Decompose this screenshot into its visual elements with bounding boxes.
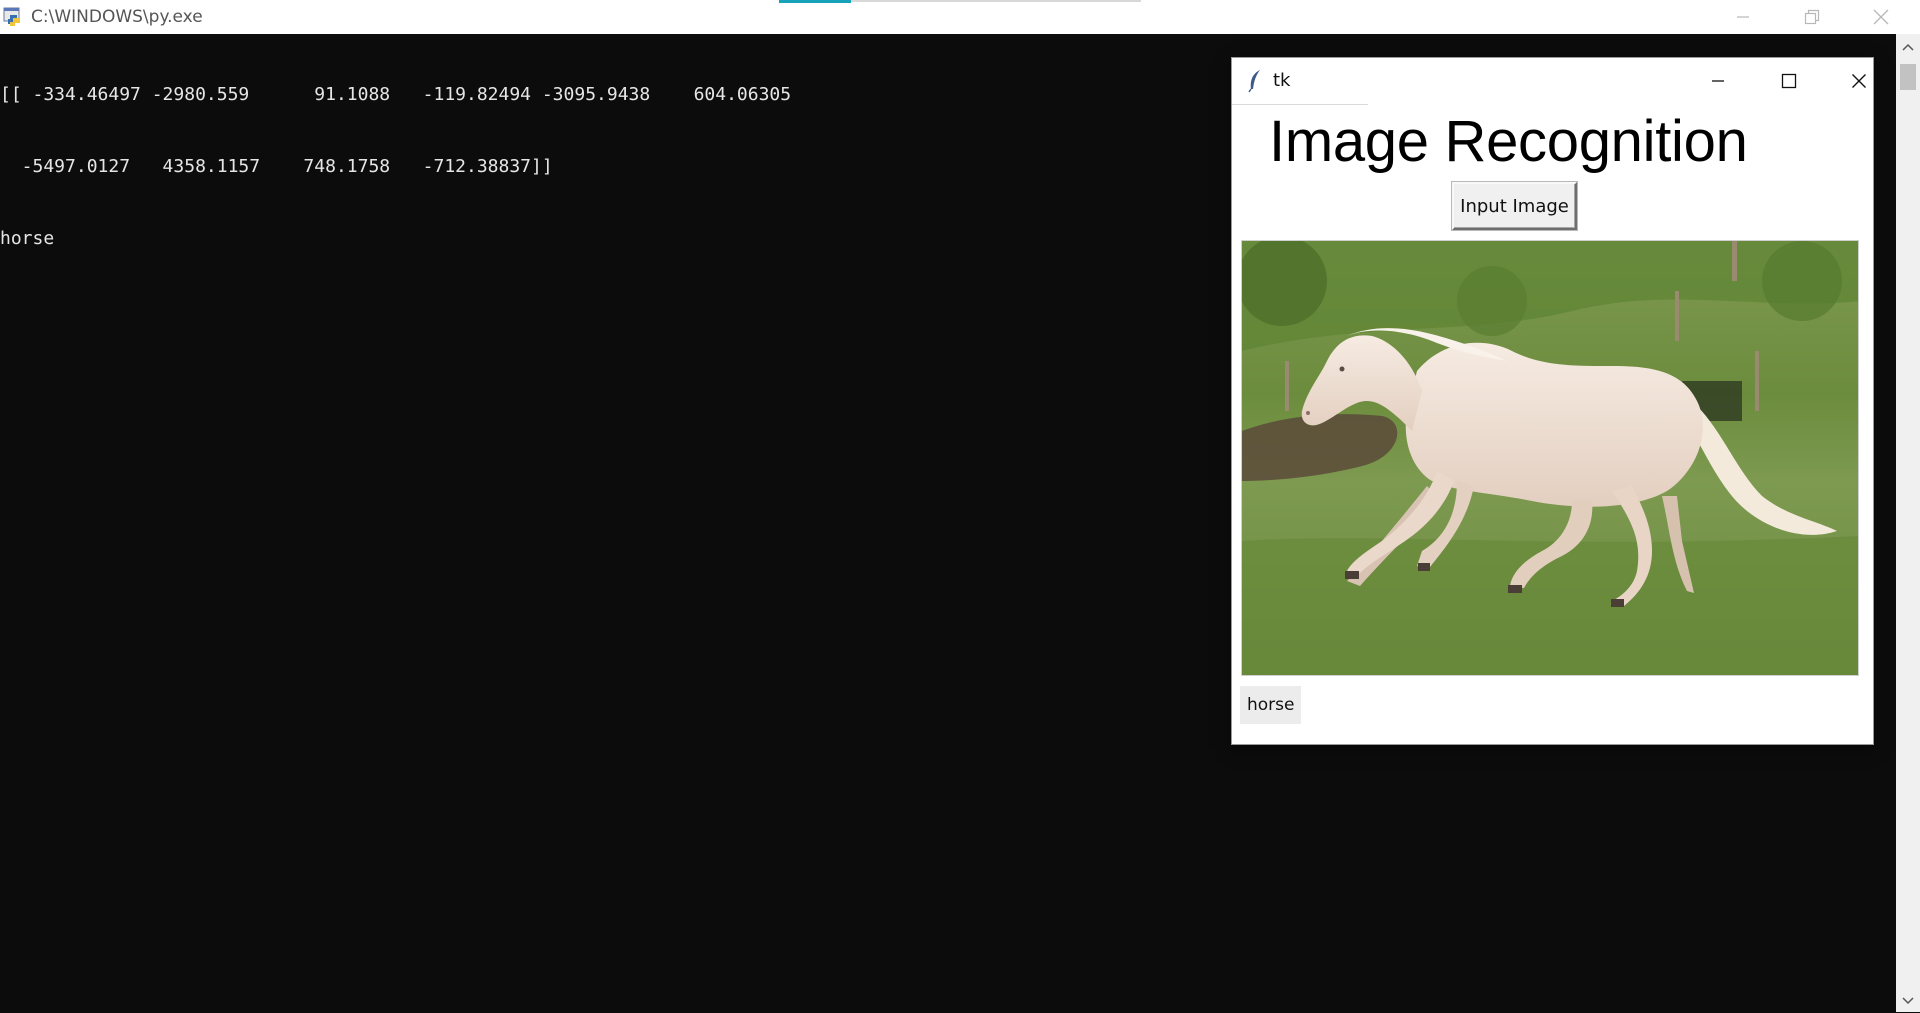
console-titlebar: C:\WINDOWS\py.exe — [0, 0, 1920, 34]
tk-feather-icon — [1246, 69, 1264, 93]
tk-titlebar: tk — [1232, 58, 1873, 105]
input-image-button[interactable]: Input Image — [1452, 182, 1577, 230]
restore-button[interactable] — [1789, 0, 1835, 34]
focus-indicator — [779, 0, 851, 3]
tk-window: tk Image Recognition Input Image horse — [1232, 58, 1873, 744]
tk-minimize-button[interactable] — [1695, 58, 1741, 104]
prediction-label: horse — [1240, 686, 1302, 724]
tk-maximize-button[interactable] — [1766, 58, 1812, 104]
scroll-thumb[interactable] — [1900, 64, 1916, 90]
tk-window-title: tk — [1273, 70, 1291, 91]
focus-indicator-track — [851, 0, 1141, 2]
minimize-button[interactable] — [1720, 0, 1766, 34]
close-button[interactable] — [1858, 0, 1904, 34]
python-launcher-icon — [2, 5, 24, 27]
vertical-scrollbar[interactable] — [1896, 34, 1920, 1012]
horse-image — [1241, 240, 1859, 676]
page-title: Image Recognition — [1269, 109, 1748, 174]
scroll-up-arrow-icon[interactable] — [1896, 36, 1920, 58]
console-title: C:\WINDOWS\py.exe — [31, 7, 203, 27]
tk-close-button[interactable] — [1836, 58, 1882, 104]
scroll-down-arrow-icon[interactable] — [1896, 990, 1920, 1012]
title-divider — [1232, 104, 1368, 105]
